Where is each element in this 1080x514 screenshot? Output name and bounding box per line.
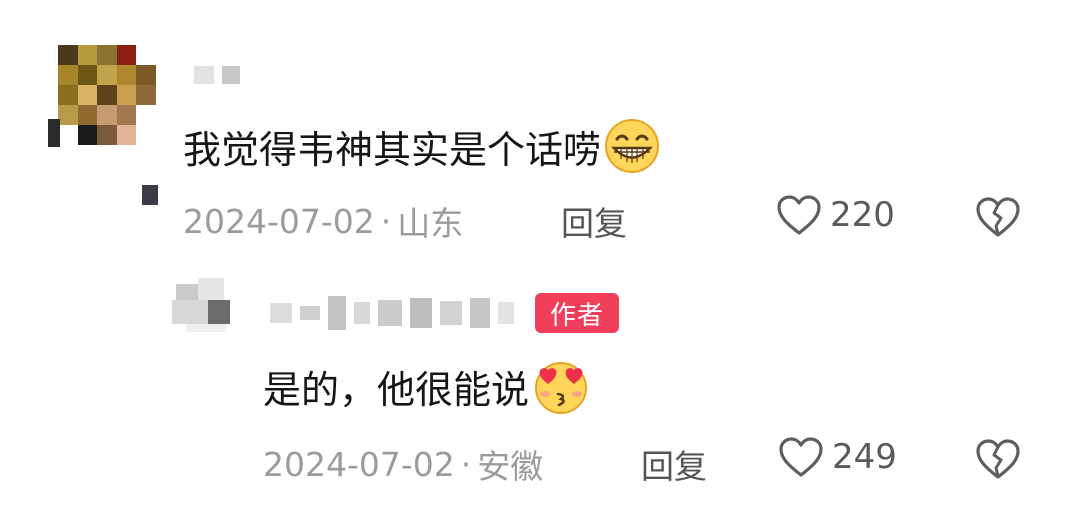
avatar-mosaic — [198, 278, 224, 300]
heart-outline-icon — [777, 195, 821, 235]
comment-date: 2024-07-02 — [183, 201, 375, 241]
face-blowing-kiss-icon — [535, 362, 588, 414]
like-button[interactable]: 249 — [778, 436, 897, 478]
author-badge: 作者 — [535, 293, 619, 333]
meta-separator: · — [380, 201, 392, 241]
reply-body: 是的，他很能说 — [263, 367, 530, 412]
reply-button[interactable]: 回复 — [641, 440, 707, 488]
avatar-mosaic — [186, 324, 226, 332]
grinning-face-icon — [605, 119, 660, 173]
avatar-mosaic — [208, 300, 230, 324]
comment-meta: 2024-07-02 · 山东 — [183, 197, 463, 245]
broken-heart-icon[interactable] — [975, 438, 1021, 480]
author-name-redacted[interactable] — [270, 296, 514, 330]
like-button[interactable]: 220 — [776, 194, 895, 236]
reply-meta: 2024-07-02 · 安徽 — [263, 440, 543, 488]
commenter-avatar[interactable] — [48, 45, 158, 205]
like-count: 249 — [832, 437, 897, 477]
commenter-name-redacted[interactable] — [194, 66, 240, 84]
avatar-mosaic — [58, 45, 156, 145]
avatar-mosaic — [176, 284, 198, 300]
reply-date: 2024-07-02 — [263, 444, 455, 484]
broken-heart-icon[interactable] — [975, 196, 1021, 238]
meta-separator: · — [460, 444, 472, 484]
comment-location: 山东 — [397, 204, 464, 243]
reply-text: 是的，他很能说 — [263, 357, 591, 415]
avatar-mosaic-edge — [48, 119, 60, 147]
author-avatar[interactable] — [172, 278, 236, 336]
comment-text: 我觉得韦神其实是个话唠 — [183, 119, 661, 173]
avatar-mosaic — [172, 300, 208, 324]
heart-outline-icon — [779, 437, 823, 477]
reply-location: 安徽 — [477, 447, 544, 486]
comment-body: 我觉得韦神其实是个话唠 — [183, 127, 602, 172]
like-count: 220 — [830, 195, 895, 235]
reply-button[interactable]: 回复 — [561, 197, 627, 245]
avatar-mosaic-edge — [142, 185, 158, 205]
